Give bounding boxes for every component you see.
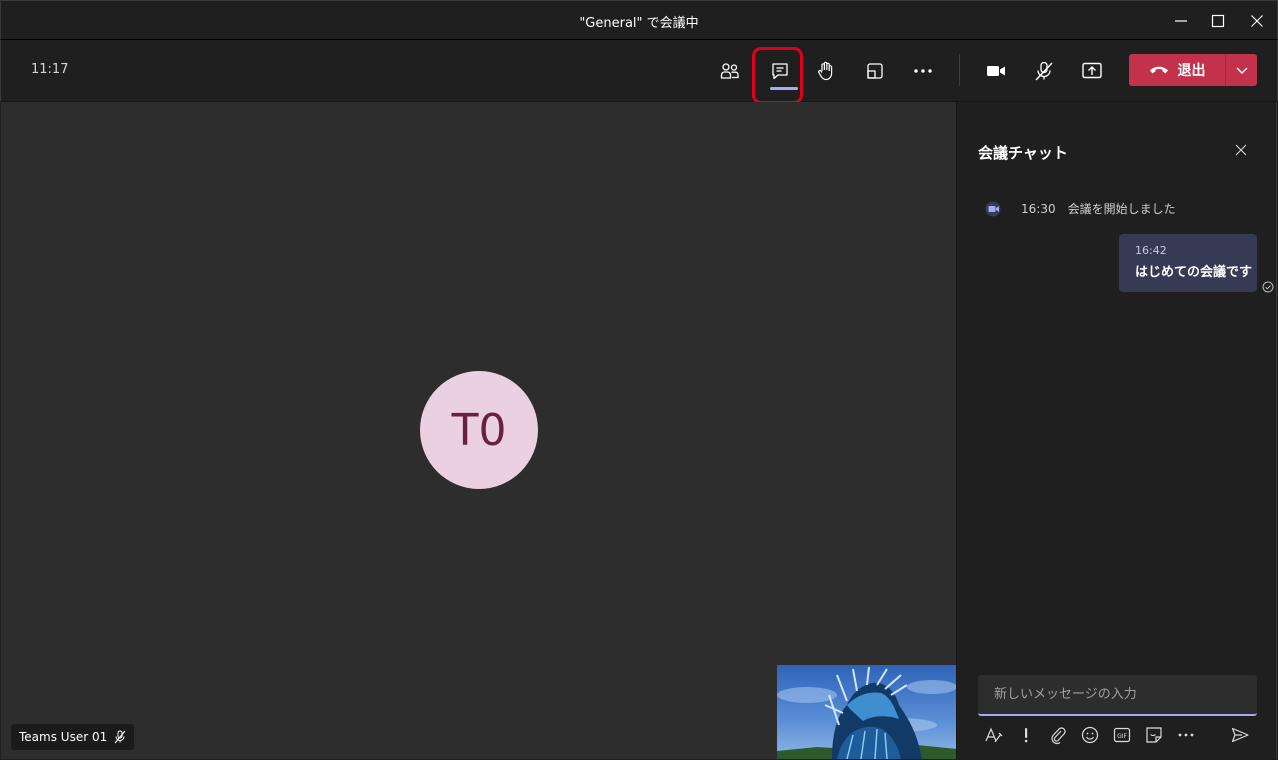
important-button[interactable] [1015, 724, 1037, 746]
meeting-chat-panel: 会議チャット 16:30 会議を開始しました 16:42 はじめての会議です 新… [956, 102, 1277, 759]
gif-button[interactable]: GIF [1111, 724, 1133, 746]
mic-off-icon [114, 730, 126, 744]
meeting-started-icon [985, 201, 1001, 216]
camera-icon [987, 66, 1005, 76]
chevron-down-icon [1236, 67, 1247, 74]
sticker-icon [1146, 727, 1162, 743]
leave-label: 退出 [1177, 63, 1206, 79]
rooms-icon [867, 63, 883, 79]
format-button[interactable] [983, 724, 1005, 746]
exclamation-icon [1024, 728, 1028, 743]
message-text: はじめての会議です [1135, 265, 1253, 280]
video-stage: T0 Teams User 01 [1, 102, 957, 759]
message-input[interactable] [978, 675, 1257, 714]
chat-button-highlight [752, 47, 803, 104]
window-title: "General" で会議中 [579, 16, 699, 31]
maximize-button[interactable] [1206, 9, 1230, 33]
minimize-icon [1175, 20, 1187, 22]
gif-icon: GIF [1113, 727, 1131, 743]
system-message: 16:30 会議を開始しました [985, 200, 1176, 217]
send-icon [1231, 727, 1249, 743]
toolbar-separator [959, 54, 960, 86]
hang-up-icon [1149, 66, 1168, 74]
hand-icon [818, 61, 833, 81]
sticker-button[interactable] [1143, 724, 1165, 746]
more-icon [914, 69, 932, 73]
camera-button[interactable] [978, 53, 1014, 89]
svg-text:GIF: GIF [1117, 733, 1127, 740]
message-compose-box[interactable] [978, 675, 1257, 716]
close-chat-button[interactable] [1233, 142, 1249, 158]
chat-message-bubble[interactable]: 16:42 はじめての会議です [1119, 234, 1257, 292]
title-bar: "General" で会議中 [0, 0, 1278, 40]
emoji-button[interactable] [1079, 724, 1101, 746]
compose-toolbar: GIF [983, 724, 1253, 746]
close-window-button[interactable] [1245, 9, 1269, 33]
more-options-button[interactable] [1175, 724, 1197, 746]
self-video-image [777, 665, 957, 759]
participant-avatar: T0 [420, 371, 538, 489]
message-time: 16:42 [1135, 244, 1167, 257]
read-receipt [1262, 278, 1274, 293]
emoji-icon [1081, 726, 1099, 744]
close-icon [1235, 144, 1247, 156]
minimize-button[interactable] [1169, 9, 1193, 33]
participant-name-tag: Teams User 01 [11, 724, 135, 750]
raise-hand-button[interactable] [808, 53, 844, 89]
participant-name: Teams User 01 [19, 730, 108, 744]
share-screen-button[interactable] [1074, 53, 1110, 89]
people-button[interactable] [712, 53, 748, 89]
system-message-text: 会議を開始しました [1067, 202, 1176, 216]
close-icon [1251, 15, 1263, 27]
more-icon [1178, 733, 1194, 737]
share-icon [1082, 62, 1102, 79]
attach-button[interactable] [1047, 724, 1069, 746]
meeting-toolbar: 11:17 退出 [0, 40, 1278, 102]
mic-button[interactable] [1026, 53, 1062, 89]
leave-options-button[interactable] [1226, 54, 1257, 86]
leave-button[interactable]: 退出 [1129, 54, 1257, 86]
chat-panel-title: 会議チャット [978, 144, 1068, 162]
paperclip-icon [1051, 727, 1066, 745]
self-video-preview[interactable] [777, 665, 957, 759]
leave-main-button[interactable]: 退出 [1129, 54, 1225, 86]
send-button[interactable] [1229, 724, 1251, 746]
breakout-rooms-button[interactable] [857, 53, 893, 89]
format-icon [985, 727, 1003, 743]
people-icon [720, 63, 739, 79]
maximize-icon [1211, 14, 1225, 28]
mic-off-icon [1035, 61, 1053, 81]
more-actions-button[interactable] [905, 53, 941, 89]
check-circle-icon [1262, 281, 1274, 293]
system-message-time: 16:30 [1021, 201, 1056, 216]
meeting-clock: 11:17 [31, 62, 69, 77]
